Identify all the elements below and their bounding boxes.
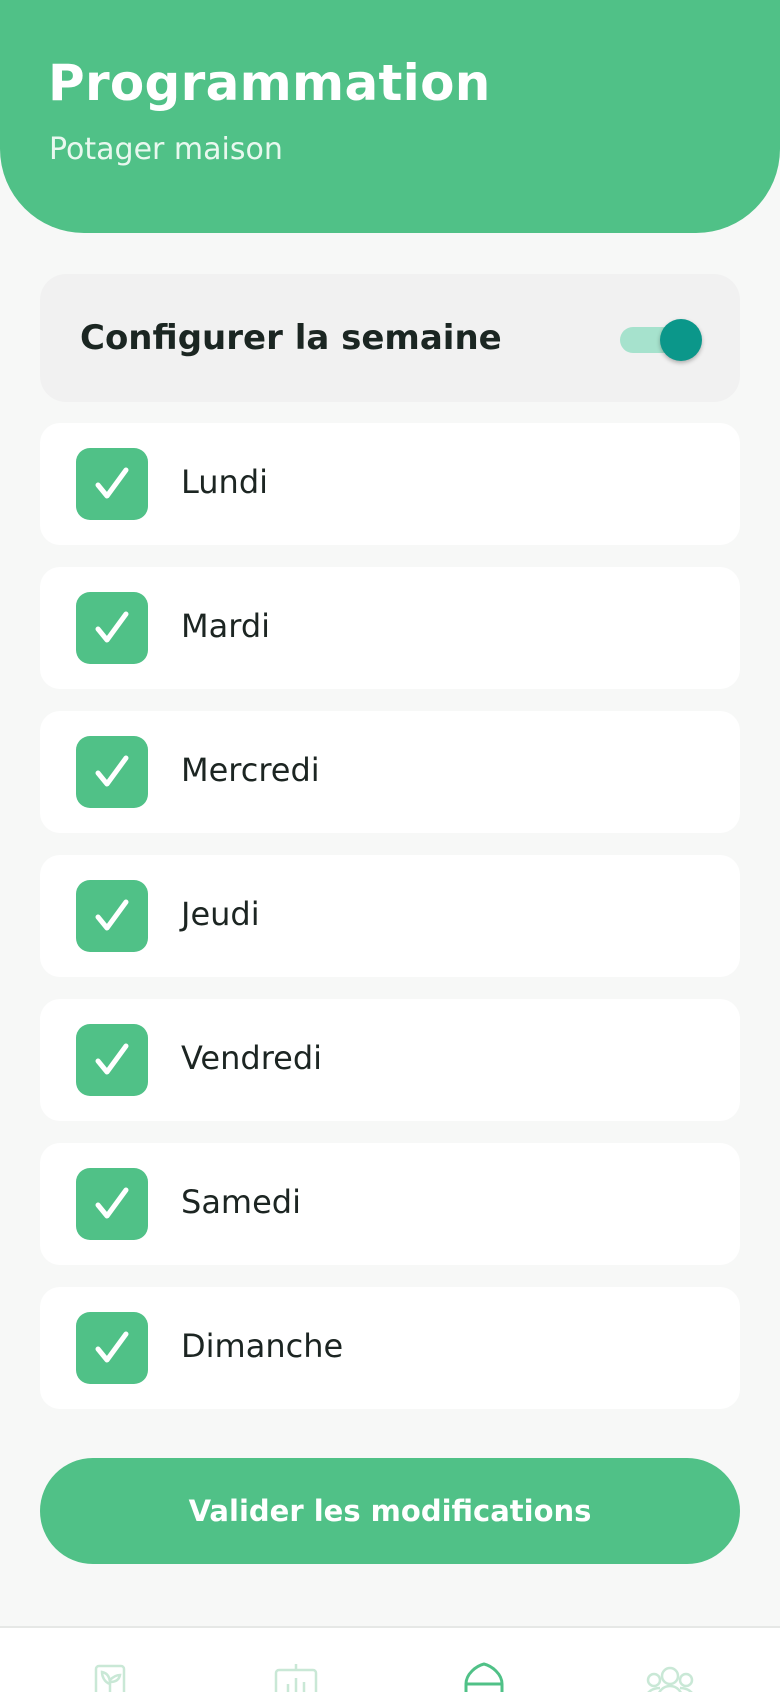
week-config-label: Configurer la semaine [80,318,502,358]
day-row-dimanche[interactable]: Dimanche [40,1287,740,1409]
nav-item-users[interactable] [640,1662,700,1692]
day-label: Jeudi [181,895,260,933]
check-icon [95,1331,129,1363]
day-row-mercredi[interactable]: Mercredi [40,711,740,833]
validate-button[interactable]: Valider les modifications [40,1458,740,1564]
week-config-card: Configurer la semaine [40,274,740,402]
bottom-nav [0,1626,780,1692]
checkbox-mardi[interactable] [76,592,148,664]
day-label: Mercredi [181,751,320,789]
week-config-toggle[interactable] [620,319,702,361]
day-row-mardi[interactable]: Mardi [40,567,740,689]
header: Programmation Potager maison [0,0,780,233]
stats-board-icon [274,1664,318,1692]
checkbox-dimanche[interactable] [76,1312,148,1384]
page-title: Programmation [48,54,491,112]
day-label: Samedi [181,1183,301,1221]
nav-item-home[interactable] [454,1662,514,1692]
plant-icon [94,1664,126,1692]
check-icon [95,1043,129,1075]
check-icon [95,611,129,643]
home-icon [464,1662,504,1692]
day-label: Dimanche [181,1327,344,1365]
day-label: Lundi [181,463,269,501]
day-row-lundi[interactable]: Lundi [40,423,740,545]
toggle-knob [660,319,702,361]
day-list: Lundi Mardi Mercredi Jeudi Vendredi Same… [40,423,740,1431]
nav-item-stats[interactable] [266,1662,326,1692]
day-label: Mardi [181,607,271,645]
check-icon [95,755,129,787]
checkbox-lundi[interactable] [76,448,148,520]
check-icon [95,467,129,499]
checkbox-vendredi[interactable] [76,1024,148,1096]
checkbox-mercredi[interactable] [76,736,148,808]
page-subtitle: Potager maison [49,132,283,167]
check-icon [95,1187,129,1219]
day-label: Vendredi [181,1039,323,1077]
day-row-vendredi[interactable]: Vendredi [40,999,740,1121]
users-icon [646,1666,694,1692]
day-row-samedi[interactable]: Samedi [40,1143,740,1265]
checkbox-samedi[interactable] [76,1168,148,1240]
checkbox-jeudi[interactable] [76,880,148,952]
check-icon [95,899,129,931]
day-row-jeudi[interactable]: Jeudi [40,855,740,977]
nav-item-plant[interactable] [80,1662,140,1692]
